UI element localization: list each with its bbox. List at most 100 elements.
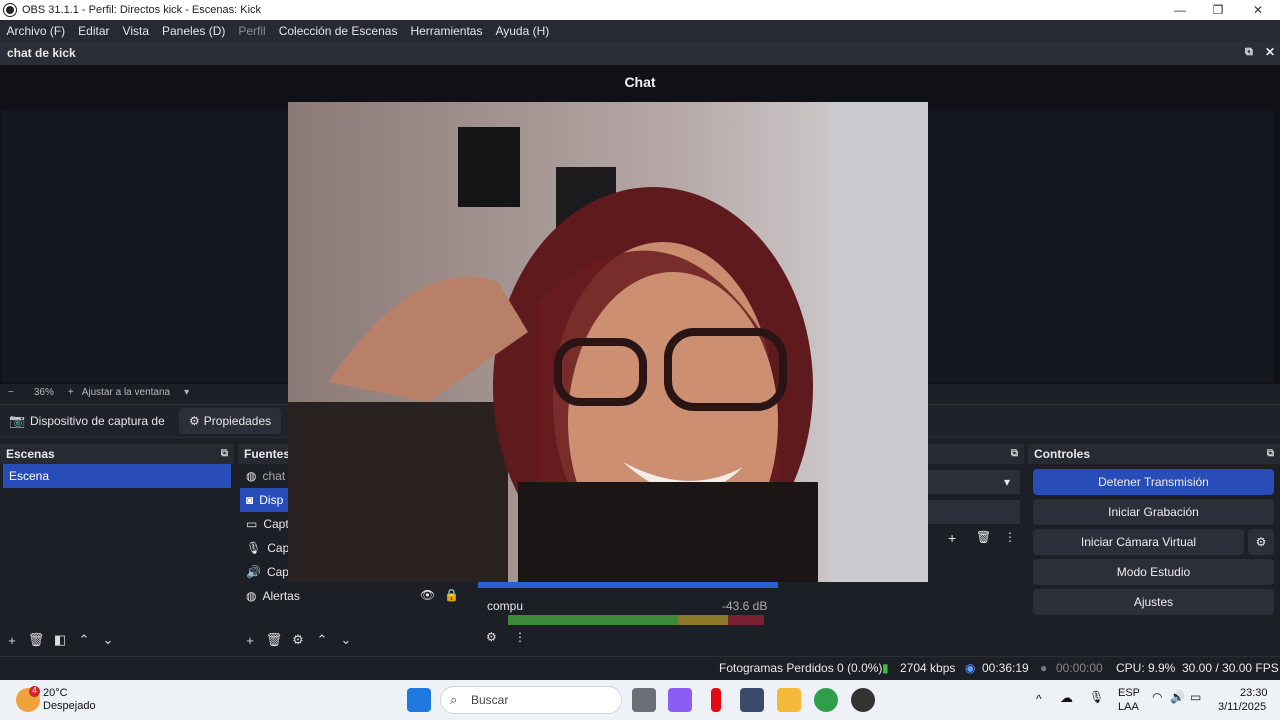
more-options-icon[interactable]: ⋮ bbox=[1004, 530, 1016, 544]
lock-icon[interactable]: 🔒 bbox=[444, 588, 459, 602]
mixer-channel-name: compu bbox=[487, 599, 524, 613]
duration-spinbox[interactable] bbox=[928, 500, 1020, 524]
menu-perfil[interactable]: Perfil bbox=[232, 24, 272, 38]
undock-icon[interactable]: ⧉ bbox=[1267, 448, 1274, 459]
clock-date[interactable]: 3/11/2025 bbox=[1218, 701, 1266, 713]
mixer-level: -43.6 dB bbox=[722, 599, 768, 613]
store-icon[interactable] bbox=[740, 688, 764, 712]
scenes-header: Escenas ⧉ bbox=[0, 444, 234, 464]
menu-bar: Archivo (F) Editar Vista Paneles (D) Per… bbox=[0, 20, 1280, 42]
battery-icon[interactable]: ▭ bbox=[1190, 690, 1201, 704]
weather-desc: Despejado bbox=[43, 700, 96, 712]
studio-mode-button[interactable]: Modo Estudio bbox=[1033, 559, 1274, 585]
gear-icon[interactable]: ⚙ bbox=[286, 632, 310, 648]
volume-icon[interactable]: 🔊 bbox=[1170, 690, 1185, 704]
netflix-icon[interactable] bbox=[711, 688, 721, 712]
settings-button[interactable]: Ajustes bbox=[1033, 589, 1274, 615]
menu-editar[interactable]: Editar bbox=[72, 24, 116, 38]
microphone-icon[interactable]: 🎙 bbox=[1089, 690, 1104, 704]
add-icon[interactable]: + bbox=[238, 633, 262, 648]
arrow-up-icon[interactable]: ⌃ bbox=[310, 632, 334, 648]
language-code[interactable]: ESP bbox=[1118, 687, 1140, 699]
arrow-down-icon[interactable]: ⌄ bbox=[96, 632, 120, 648]
transitions-dock: ⧉ ▾ + 🗑 ⋮ bbox=[928, 444, 1024, 652]
taskbar-search-input[interactable]: ⌕ Buscar bbox=[440, 686, 622, 714]
volume-slider[interactable] bbox=[478, 582, 778, 588]
add-icon[interactable]: + bbox=[948, 530, 956, 546]
cpu-usage: CPU: 9.9% bbox=[1116, 661, 1176, 675]
scene-item[interactable]: Escena bbox=[3, 464, 231, 488]
chat-title: Chat bbox=[624, 74, 656, 90]
arrow-down-icon[interactable]: ⌄ bbox=[334, 632, 358, 648]
scenes-dock: Escenas ⧉ Escena + 🗑 ◧ ⌃ ⌄ bbox=[0, 444, 234, 652]
properties-button[interactable]: ⚙ Propiedades bbox=[179, 408, 282, 434]
volume-meter-red bbox=[728, 615, 764, 625]
trash-icon[interactable]: 🗑 bbox=[976, 530, 991, 544]
speaker-icon: 🔊 bbox=[246, 565, 261, 579]
add-icon[interactable]: + bbox=[0, 633, 24, 648]
menu-vista[interactable]: Vista bbox=[116, 24, 155, 38]
status-bar: Fotogramas Perdidos 0 (0.0%) ▮ 2704 kbps… bbox=[0, 656, 1280, 678]
filter-icon[interactable]: ◧ bbox=[48, 632, 72, 648]
sources-title: Fuentes bbox=[244, 447, 291, 461]
clock-time[interactable]: 23:30 bbox=[1240, 687, 1268, 699]
arrow-up-icon[interactable]: ⌃ bbox=[72, 632, 96, 648]
controls-dock: Controles ⧉ Detener Transmisión Iniciar … bbox=[1028, 444, 1280, 652]
trash-icon[interactable]: 🗑 bbox=[24, 632, 48, 648]
search-placeholder: Buscar bbox=[471, 693, 509, 707]
stream-icon: ◉ bbox=[965, 661, 976, 675]
scenes-toolbar: + 🗑 ◧ ⌃ ⌄ bbox=[0, 628, 234, 652]
stop-stream-button[interactable]: Detener Transmisión bbox=[1033, 469, 1274, 495]
menu-herramientas[interactable]: Herramientas bbox=[404, 24, 489, 38]
zoom-out-button[interactable]: − bbox=[8, 387, 14, 398]
scenes-title: Escenas bbox=[6, 447, 55, 461]
preview-zoom-bar: − 36% + Ajustar a la ventana ▾ bbox=[0, 384, 290, 400]
menu-paneles[interactable]: Paneles (D) bbox=[156, 24, 232, 38]
menu-ayuda[interactable]: Ayuda (H) bbox=[489, 24, 556, 38]
window-titlebar: OBS 31.1.1 - Perfil: Directos kick - Esc… bbox=[0, 0, 1280, 20]
eye-icon[interactable]: 👁 bbox=[420, 588, 435, 602]
stream-time: 00:36:19 bbox=[982, 661, 1029, 675]
menu-archivo[interactable]: Archivo (F) bbox=[0, 24, 72, 38]
language-layout[interactable]: LAA bbox=[1118, 701, 1139, 713]
undock-icon[interactable]: ⧉ bbox=[1245, 46, 1253, 59]
zoom-in-button[interactable]: + bbox=[68, 387, 74, 398]
undock-icon[interactable]: ⧉ bbox=[1011, 448, 1018, 459]
minimize-button[interactable]: — bbox=[1160, 0, 1200, 20]
chrome-icon[interactable] bbox=[814, 688, 838, 712]
start-virtual-camera-button[interactable]: Iniciar Cámara Virtual bbox=[1033, 529, 1244, 555]
monitor-icon: ▭ bbox=[246, 517, 258, 531]
windows-start-icon[interactable] bbox=[407, 688, 431, 712]
more-options-icon[interactable]: ⋮ bbox=[514, 630, 526, 644]
dropped-frames: Fotogramas Perdidos 0 (0.0%) bbox=[719, 661, 883, 675]
chevron-down-icon[interactable]: ▾ bbox=[184, 387, 189, 398]
source-item[interactable]: ◍ Alertas 👁 🔒 bbox=[240, 584, 472, 608]
cloud-icon[interactable]: ☁ bbox=[1060, 690, 1073, 706]
close-dock-icon[interactable]: ✕ bbox=[1265, 45, 1275, 59]
wifi-icon[interactable]: ◠ bbox=[1152, 690, 1162, 704]
undock-icon[interactable]: ⧉ bbox=[221, 448, 228, 459]
trash-icon[interactable]: 🗑 bbox=[262, 632, 286, 648]
fit-window-button[interactable]: Ajustar a la ventana bbox=[82, 387, 170, 398]
obs-logo-icon bbox=[3, 3, 17, 17]
chevron-up-icon[interactable]: ^ bbox=[1036, 692, 1042, 706]
record-icon: ● bbox=[1040, 661, 1048, 675]
controls-header: Controles ⧉ bbox=[1028, 444, 1280, 464]
transition-select[interactable]: ▾ bbox=[928, 470, 1020, 494]
sources-toolbar: + 🗑 ⚙ ⌃ ⌄ bbox=[238, 628, 474, 652]
virtual-camera-settings-button[interactable]: ⚙ bbox=[1248, 529, 1274, 555]
advanced-audio-icon[interactable]: ⚙ bbox=[486, 630, 497, 644]
file-explorer-icon[interactable] bbox=[777, 688, 801, 712]
signal-bars-icon: ▮ bbox=[882, 661, 889, 675]
webcam-preview bbox=[288, 102, 928, 582]
bitrate: 2704 kbps bbox=[900, 661, 956, 675]
copilot-icon[interactable] bbox=[668, 688, 692, 712]
obs-taskbar-icon[interactable] bbox=[851, 688, 875, 712]
fps: 30.00 / 30.00 FPS bbox=[1182, 661, 1279, 675]
maximize-button[interactable]: ❐ bbox=[1198, 0, 1238, 20]
close-button[interactable]: ✕ bbox=[1238, 0, 1278, 20]
start-recording-button[interactable]: Iniciar Grabación bbox=[1033, 499, 1274, 525]
camera-icon: 📷 bbox=[9, 413, 26, 428]
task-view-icon[interactable] bbox=[632, 688, 656, 712]
menu-coleccion-escenas[interactable]: Colección de Escenas bbox=[272, 24, 404, 38]
